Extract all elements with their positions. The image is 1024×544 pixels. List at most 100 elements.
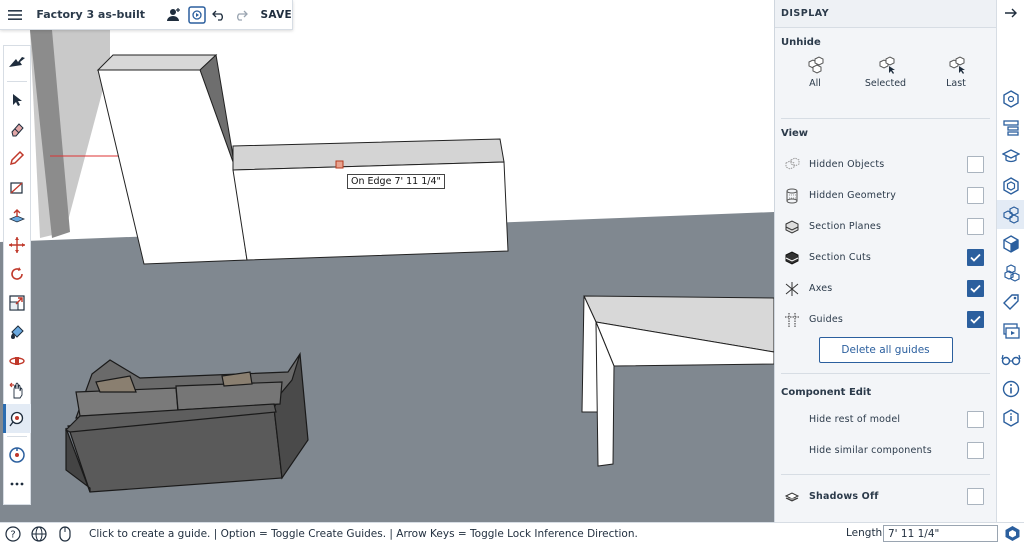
pan-icon[interactable] — [3, 375, 31, 404]
collapse-panel-icon[interactable] — [997, 0, 1024, 26]
hide-rest-of-model-checkbox[interactable] — [967, 411, 984, 428]
unhide-last-button[interactable]: Last — [926, 56, 986, 112]
model-viewport[interactable]: On Edge 7' 11 1/4" — [0, 0, 774, 522]
hidden-geometry-row[interactable]: Hidden Geometry — [775, 180, 996, 211]
eraser-icon[interactable] — [3, 114, 31, 143]
section-cuts-row[interactable]: Section Cuts — [775, 242, 996, 273]
hide-rest-of-model-row[interactable]: Hide rest of model — [775, 404, 996, 435]
globe-icon[interactable] — [29, 524, 49, 544]
paint-bucket-icon[interactable] — [3, 317, 31, 346]
model-info-icon[interactable] — [997, 403, 1024, 432]
panel-divider — [781, 373, 990, 374]
unhide-buttons: All Selected Last — [775, 52, 996, 112]
delete-all-guides-button[interactable]: Delete all guides — [818, 337, 953, 363]
search-tool-icon[interactable] — [3, 440, 31, 469]
length-label: Length — [846, 527, 883, 539]
save-button[interactable]: SAVE — [261, 9, 292, 21]
section-planes-checkbox[interactable] — [967, 218, 984, 235]
toolbar-divider — [7, 81, 27, 82]
rectangle-icon[interactable] — [3, 172, 31, 201]
hidden-objects-row[interactable]: Hidden Objects — [775, 149, 996, 180]
hidden-geometry-label: Hidden Geometry — [809, 190, 897, 201]
mouse-icon[interactable] — [55, 524, 75, 544]
search-tools-icon[interactable] — [3, 46, 31, 78]
move-icon[interactable] — [3, 230, 31, 259]
outliner-icon[interactable] — [997, 113, 1024, 142]
help-icon[interactable]: ? — [3, 524, 23, 544]
tape-measure-icon[interactable] — [3, 404, 31, 433]
section-planes-icon — [781, 216, 803, 238]
unhide-section-title: Unhide — [781, 37, 821, 48]
redo-icon[interactable] — [232, 4, 250, 26]
sketchup-logo-icon — [1004, 525, 1021, 544]
view-glasses-icon[interactable] — [997, 345, 1024, 374]
display-icon[interactable] — [996, 200, 1024, 229]
section-cuts-checkbox[interactable] — [967, 249, 984, 266]
push-pull-icon[interactable] — [3, 201, 31, 230]
hidden-geometry-checkbox[interactable] — [967, 187, 984, 204]
cubes-last-icon — [949, 56, 965, 74]
shadows-icon — [781, 486, 803, 508]
orbit-icon[interactable] — [3, 346, 31, 375]
unhide-all-button[interactable]: All — [785, 56, 845, 112]
svg-text:?: ? — [10, 529, 15, 540]
top-bar: Factory 3 as-built SAVE — [0, 0, 293, 30]
view-section-title: View — [781, 128, 809, 139]
shadows-label: Shadows Off — [809, 491, 879, 502]
panel-divider — [781, 474, 990, 475]
unhide-selected-label: Selected — [864, 78, 907, 89]
rotate-icon[interactable] — [3, 259, 31, 288]
present-mode-icon[interactable] — [187, 4, 206, 26]
shadows-checkbox[interactable] — [967, 488, 984, 505]
hidden-objects-checkbox[interactable] — [967, 156, 984, 173]
entity-info-icon[interactable] — [997, 84, 1024, 113]
more-icon[interactable] — [3, 469, 31, 498]
shadows-row[interactable]: Shadows Off — [775, 481, 996, 512]
status-message: Click to create a guide. | Option = Togg… — [89, 527, 638, 540]
right-panel-rail — [996, 0, 1024, 522]
component-edit-section-title: Component Edit — [781, 387, 872, 398]
axes-row[interactable]: Axes — [775, 273, 996, 304]
length-input[interactable] — [883, 525, 998, 542]
components-icon[interactable] — [997, 171, 1024, 200]
document-title[interactable]: Factory 3 as-built — [36, 8, 145, 21]
cubes-icon — [808, 56, 824, 74]
guides-icon — [781, 309, 803, 331]
unhide-selected-button[interactable]: Selected — [856, 56, 916, 112]
status-bar: ? Click to create a guide. | Option = To… — [0, 522, 1024, 544]
scenes-icon[interactable] — [997, 316, 1024, 345]
hide-similar-components-label: Hide similar components — [809, 445, 932, 456]
instructor-icon[interactable] — [997, 142, 1024, 171]
unhide-all-label: All — [809, 78, 821, 89]
info-icon[interactable] — [997, 374, 1024, 403]
guides-row[interactable]: Guides — [775, 304, 996, 335]
display-panel: DISPLAY Unhide All Selected Last View Hi… — [774, 0, 996, 522]
section-cuts-label: Section Cuts — [809, 252, 872, 263]
section-cuts-icon — [781, 247, 803, 269]
hamburger-menu-icon[interactable] — [6, 4, 24, 26]
guides-checkbox[interactable] — [967, 311, 984, 328]
panel-title: DISPLAY — [775, 0, 996, 28]
hidden-objects-icon — [781, 154, 803, 176]
checkmark-icon — [970, 284, 981, 293]
tags-icon[interactable] — [997, 287, 1024, 316]
checkmark-icon — [970, 253, 981, 262]
axes-icon — [781, 278, 803, 300]
undo-icon[interactable] — [210, 4, 228, 26]
guides-label: Guides — [809, 314, 844, 325]
scene-drawing — [0, 0, 774, 522]
pencil-icon[interactable] — [3, 143, 31, 172]
section-planes-row[interactable]: Section Planes — [775, 211, 996, 242]
inference-tooltip: On Edge 7' 11 1/4" — [347, 174, 445, 189]
styles-icon[interactable] — [997, 258, 1024, 287]
materials-icon[interactable] — [997, 229, 1024, 258]
hidden-geometry-icon — [781, 185, 803, 207]
hide-similar-components-row[interactable]: Hide similar components — [775, 435, 996, 466]
scale-icon[interactable] — [3, 288, 31, 317]
checkmark-icon — [970, 315, 981, 324]
hidden-objects-label: Hidden Objects — [809, 159, 885, 170]
axes-checkbox[interactable] — [967, 280, 984, 297]
hide-similar-components-checkbox[interactable] — [967, 442, 984, 459]
add-user-icon[interactable] — [165, 4, 183, 26]
select-icon[interactable] — [3, 85, 31, 114]
